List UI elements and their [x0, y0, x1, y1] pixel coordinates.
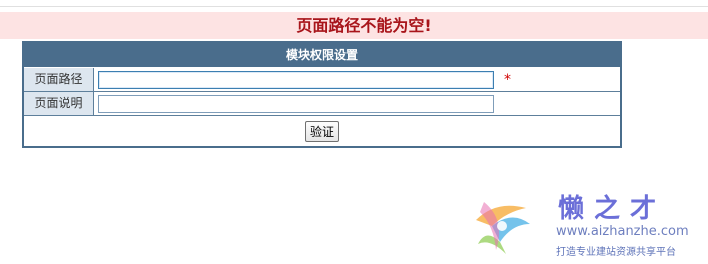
page: 页面路径不能为空! 模块权限设置 页面路径 * 页面说明 验证 懒之才 www.…: [0, 0, 708, 264]
watermark-title: 懒之才: [558, 194, 667, 224]
page-path-label: 页面路径: [24, 68, 94, 91]
page-path-input[interactable]: [98, 70, 494, 89]
action-row: 验证: [24, 116, 620, 146]
page-path-cell: *: [94, 68, 620, 91]
panel-title: 模块权限设置: [24, 43, 620, 68]
watermark: 懒之才 www.aizhanzhe.com 打造专业建站资源共享平台: [466, 188, 706, 262]
watermark-url: www.aizhanzhe.com: [556, 224, 689, 239]
watermark-logo-icon: [476, 202, 530, 254]
page-description-label: 页面说明: [24, 92, 94, 115]
page-description-row: 页面说明: [24, 92, 620, 116]
page-path-row: 页面路径 *: [24, 68, 620, 92]
watermark-slogan: 打造专业建站资源共享平台: [556, 247, 676, 258]
module-permission-panel: 模块权限设置 页面路径 * 页面说明 验证: [22, 41, 622, 148]
error-banner: 页面路径不能为空!: [0, 12, 708, 39]
page-description-input[interactable]: [98, 94, 494, 113]
required-star: *: [504, 71, 511, 88]
verify-button[interactable]: 验证: [304, 120, 339, 142]
top-divider: [0, 6, 708, 7]
page-description-cell: [94, 92, 620, 115]
